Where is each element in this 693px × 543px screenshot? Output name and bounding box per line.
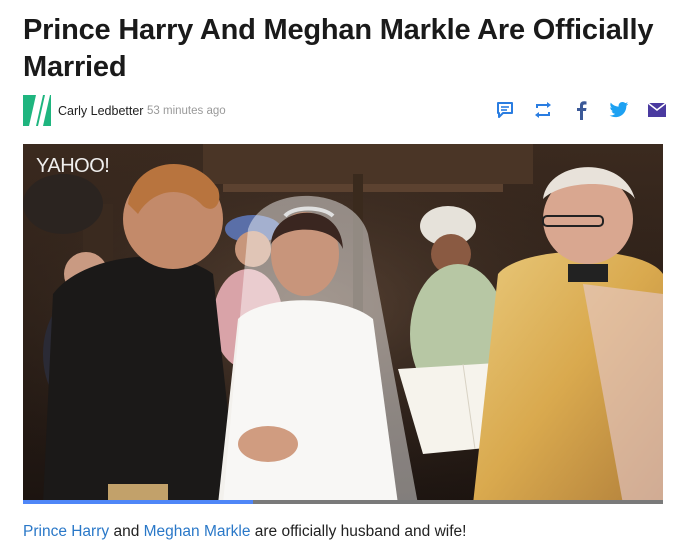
video-player[interactable]: YAHOO! xyxy=(23,144,663,504)
article-caption: Prince Harry and Meghan Markle are offic… xyxy=(23,523,466,541)
post-time: 53 minutes ago xyxy=(147,105,226,117)
retweet-icon xyxy=(535,102,551,118)
email-icon xyxy=(648,103,666,117)
twitter-icon xyxy=(609,102,629,118)
meghan-markle-link[interactable]: Meghan Markle xyxy=(144,523,251,540)
caption-text: are officially husband and wife! xyxy=(250,523,467,540)
author-avatar[interactable] xyxy=(23,95,51,126)
wedding-video-frame xyxy=(23,144,663,504)
prince-harry-link[interactable]: Prince Harry xyxy=(23,523,109,540)
article-headline: Prince Harry And Meghan Markle Are Offic… xyxy=(23,14,654,83)
author-name[interactable]: Carly Ledbetter xyxy=(58,104,143,118)
comment-button[interactable] xyxy=(494,99,516,121)
email-button[interactable] xyxy=(646,99,668,121)
comment-icon xyxy=(497,102,513,118)
facebook-button[interactable] xyxy=(570,99,592,121)
byline: Carly Ledbetter 53 minutes ago xyxy=(23,95,668,127)
share-button[interactable] xyxy=(532,99,554,121)
share-bar xyxy=(478,98,668,122)
caption-and: and xyxy=(109,523,144,540)
video-progress-bar[interactable] xyxy=(23,500,663,504)
video-progress-fill xyxy=(23,500,254,504)
facebook-icon xyxy=(577,101,587,120)
twitter-button[interactable] xyxy=(608,99,630,121)
video-watermark: YAHOO! xyxy=(36,155,110,177)
